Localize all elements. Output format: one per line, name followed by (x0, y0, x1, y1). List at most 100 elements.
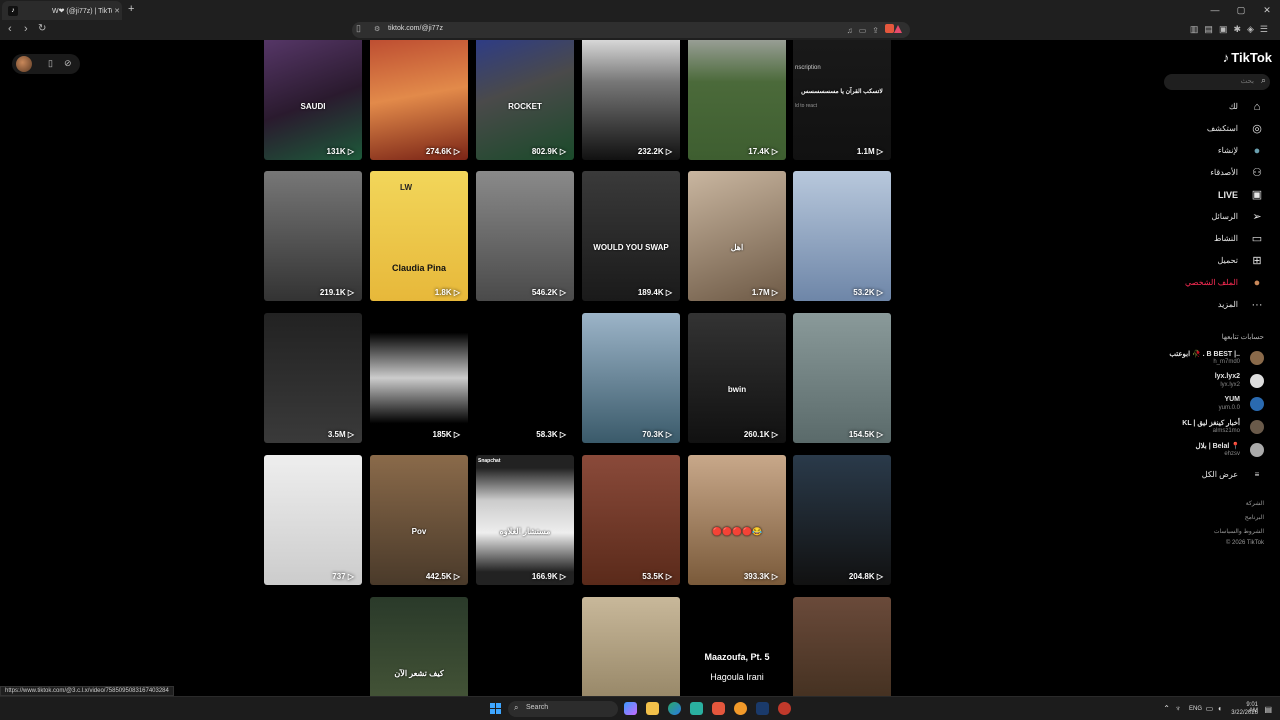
network-volume-icons[interactable]: ▭◖ (1206, 704, 1226, 713)
app-icon[interactable] (734, 702, 747, 715)
video-tile[interactable]: 185K (370, 313, 468, 443)
address-bar[interactable]: ▯ ⚙ tiktok.com/@ji77z ♫▭⇪ (352, 22, 910, 38)
sidebar-item-6[interactable]: النشاط ▭ (1164, 230, 1264, 250)
bookmark-icon[interactable]: ▯ (356, 23, 361, 34)
video-tile[interactable]: 🔴🔴🔴🔴😂 393.3K (688, 455, 786, 585)
video-tile[interactable] (793, 597, 891, 696)
video-tile[interactable]: 154.5K (793, 313, 891, 443)
minimize-icon[interactable]: — (1202, 0, 1228, 20)
footer-terms[interactable]: الشروط والسياسات (1214, 528, 1264, 535)
video-tile[interactable]: مستشار الغلاوه 166.9K Snapchat (476, 455, 574, 585)
store-icon[interactable] (690, 702, 703, 715)
sidebar-item-1[interactable]: استكشف ◎ (1164, 120, 1264, 140)
sidebar-item-label: تحميل (1217, 256, 1239, 265)
view-count: 53.5K (642, 572, 672, 581)
video-tile[interactable]: 58.3K (476, 313, 574, 443)
video-tile[interactable]: اهل 1.7M (688, 171, 786, 301)
sidebar-item-label: النشاط (1213, 234, 1238, 243)
footer-company[interactable]: الشركة (1246, 500, 1264, 507)
avatar[interactable] (16, 56, 32, 72)
mic-icon[interactable]: ♆ (1175, 704, 1186, 713)
video-tile[interactable]: Pov 442.5K (370, 455, 468, 585)
menu-icon[interactable]: ☰ (1260, 24, 1274, 34)
url-text[interactable]: tiktok.com/@ji77z (388, 25, 443, 32)
video-tile[interactable]: 53.2K (793, 171, 891, 301)
start-button[interactable] (490, 703, 502, 715)
sidebar-toggle-icon[interactable]: ▥ (1190, 24, 1205, 34)
back-icon[interactable]: ‹ (8, 23, 12, 35)
forward-icon[interactable]: › (24, 23, 28, 35)
brave-icon[interactable] (712, 702, 725, 715)
wallet-icon[interactable]: ▣ (1219, 24, 1234, 34)
video-tile[interactable]: WOULD YOU SWAP 189.4K (582, 171, 680, 301)
sidebar-item-9[interactable]: المزيد ··· (1164, 296, 1264, 316)
sidebar-item-3[interactable]: الأصدقاء ⚇ (1164, 164, 1264, 184)
widgets-app-icon[interactable] (624, 702, 637, 715)
video-tile[interactable] (582, 597, 680, 696)
video-tile[interactable]: 3.5M (264, 313, 362, 443)
app-icon-2[interactable] (778, 702, 791, 715)
video-tile[interactable] (264, 597, 362, 696)
video-tile[interactable]: 232.2K (582, 40, 680, 160)
following-account[interactable]: lyx.lyx2 lyx.lyx2 (1154, 371, 1264, 393)
video-tile[interactable]: Maazoufa, Pt. 5 Hagoula Irani (688, 597, 786, 696)
file-explorer-icon[interactable] (646, 702, 659, 715)
following-account[interactable]: KL | أخبار كينغز ليق almsz1mo (1154, 417, 1264, 439)
video-tile[interactable] (476, 597, 574, 696)
video-tile[interactable]: 53.5K (582, 455, 680, 585)
audio-icon[interactable]: ♫ (847, 26, 859, 35)
browser-tab[interactable]: ♪ W❤ (@ji77z) | TikTok ✕ (2, 1, 122, 20)
chevron-up-icon[interactable]: ⌃ (1163, 704, 1175, 713)
notifications-icon[interactable]: ▤ (1264, 705, 1272, 714)
close-window-icon[interactable]: ✕ (1254, 0, 1280, 20)
share-icon[interactable]: ⇪ (872, 26, 885, 35)
video-tile[interactable]: SAUDI 131K (264, 40, 362, 160)
footer-program[interactable]: البرنامج (1245, 514, 1264, 521)
video-tile[interactable]: 70.3K (582, 313, 680, 443)
sidebar-item-0[interactable]: لك ⌂ (1164, 98, 1264, 118)
steam-icon[interactable] (756, 702, 769, 715)
video-tile[interactable]: لاتسكب القرآن يا مسسسسسس 1.1M nscription ld… (793, 40, 891, 160)
show-all-button[interactable]: عرض الكل ≡ (1164, 466, 1264, 486)
clock-date[interactable]: 3/22/2026 (1231, 710, 1258, 716)
site-info-icon[interactable]: ⚙ (374, 25, 380, 33)
video-tile[interactable]: 274.6K (370, 40, 468, 160)
tiktok-logo[interactable]: ♪ TikTok (1223, 50, 1272, 65)
language-indicator[interactable]: ENG (1189, 706, 1202, 712)
video-tile[interactable]: 204.8K (793, 455, 891, 585)
video-tile[interactable]: bwin 260.1K (688, 313, 786, 443)
search-icon[interactable]: ⌕ (1261, 75, 1266, 86)
reload-icon[interactable]: ↻ (38, 23, 46, 34)
vpn-icon[interactable]: ◈ (1247, 24, 1260, 34)
sidebar-item-5[interactable]: الرسائل ➢ (1164, 208, 1264, 228)
sidebar-item-7[interactable]: تحميل ⊞ (1164, 252, 1264, 272)
video-caption: Maazoufa, Pt. 5 (704, 652, 770, 662)
video-tile[interactable]: 17.4K (688, 40, 786, 160)
brave-shield-icon[interactable] (885, 24, 894, 33)
search-input[interactable]: بحث ⌕ (1164, 74, 1270, 90)
sidebar-item-2[interactable]: لإنشاء ● (1164, 142, 1264, 162)
close-tab-icon[interactable]: ✕ (112, 7, 122, 15)
following-account[interactable]: YUM yum.0.0 (1154, 394, 1264, 416)
video-tile[interactable]: Claudia Pina 1.8K LW (370, 171, 468, 301)
compass-icon[interactable]: ⊘ (64, 58, 72, 69)
maximize-icon[interactable]: ▢ (1228, 0, 1254, 20)
following-account[interactable]: ابوعتب 🥀 . B BEST |.. h_m7md0 (1154, 348, 1264, 370)
taskbar-search[interactable]: ⌕ Search (508, 701, 618, 717)
video-tile[interactable]: 546.2K (476, 171, 574, 301)
edge-icon[interactable] (668, 702, 681, 715)
following-account[interactable]: بلال | Belal 📍 ehzsv (1154, 440, 1264, 462)
cast-icon[interactable]: ▭ (859, 26, 873, 35)
sidebar-item-4[interactable]: LIVE ▣ (1164, 186, 1264, 206)
video-tile[interactable]: 219.1K (264, 171, 362, 301)
new-tab-button[interactable]: + (128, 3, 134, 15)
video-tile[interactable]: ROCKET 802.9K (476, 40, 574, 160)
video-tile[interactable]: 737 (264, 455, 362, 585)
account-name: lyx.lyx2 (1214, 373, 1240, 380)
brave-rewards-icon[interactable] (894, 25, 902, 33)
sidebar-item-8[interactable]: الملف الشخصي ● (1164, 274, 1264, 294)
tabs-icon[interactable]: ▤ (1204, 24, 1219, 34)
extensions-icon[interactable]: ✱ (1233, 24, 1247, 34)
video-tile[interactable]: كيف تشعر الآن (370, 597, 468, 696)
device-icon[interactable]: ▯ (48, 58, 53, 69)
